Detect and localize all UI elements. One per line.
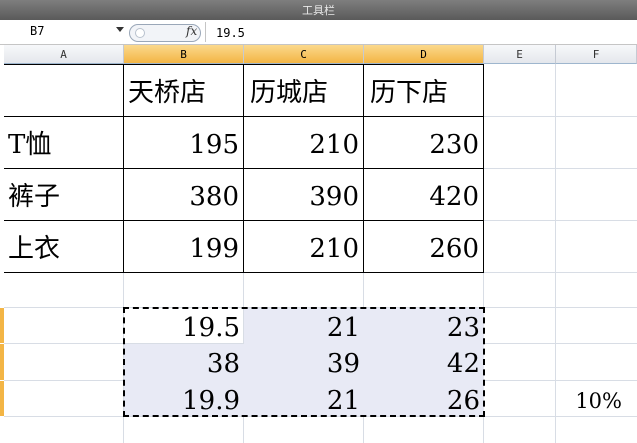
- row-header-marker[interactable]: [0, 344, 4, 380]
- table-header-cell[interactable]: 历城店: [243, 64, 364, 117]
- table-cell[interactable]: 260: [363, 220, 484, 273]
- column-header-e[interactable]: E: [484, 45, 556, 64]
- row-header-marker[interactable]: [0, 308, 4, 343]
- table-header-cell[interactable]: 天桥店: [123, 64, 244, 117]
- column-header-c[interactable]: C: [244, 45, 364, 64]
- formula-divider: [205, 22, 206, 42]
- column-header-a[interactable]: A: [4, 45, 124, 64]
- row-header-marker[interactable]: [0, 381, 4, 416]
- table-header-cell[interactable]: 历下店: [363, 64, 484, 117]
- insert-function-icon[interactable]: fx: [186, 24, 197, 38]
- column-header-f[interactable]: F: [556, 45, 637, 64]
- table-cell[interactable]: 230: [363, 116, 484, 169]
- percent-cell[interactable]: 10%: [556, 381, 628, 417]
- table-cell[interactable]: 390: [243, 168, 364, 221]
- formula-input[interactable]: 19.5: [216, 26, 245, 40]
- row-label-cell[interactable]: 裤子: [4, 168, 124, 221]
- name-box[interactable]: B7: [2, 24, 126, 40]
- column-header-d[interactable]: D: [364, 45, 484, 64]
- title-bar: 工具栏: [0, 0, 637, 20]
- row-label-cell[interactable]: 上衣: [4, 220, 124, 273]
- table-cell[interactable]: 195: [123, 116, 244, 169]
- table-corner-cell[interactable]: [4, 64, 124, 117]
- grip-icon: [135, 28, 145, 38]
- table-cell[interactable]: 420: [363, 168, 484, 221]
- table-cell[interactable]: 380: [123, 168, 244, 221]
- copy-marquee: [123, 307, 485, 417]
- row-label-cell[interactable]: T恤: [4, 116, 124, 169]
- formula-bar: B7 fx 19.5: [0, 20, 637, 45]
- column-header-b[interactable]: B: [124, 45, 244, 64]
- table-cell[interactable]: 210: [243, 116, 364, 169]
- window-title: 工具栏: [302, 4, 335, 17]
- table-cell[interactable]: 210: [243, 220, 364, 273]
- name-box-value: B7: [30, 24, 45, 38]
- table-cell[interactable]: 199: [123, 220, 244, 273]
- chevron-down-icon[interactable]: [116, 27, 124, 32]
